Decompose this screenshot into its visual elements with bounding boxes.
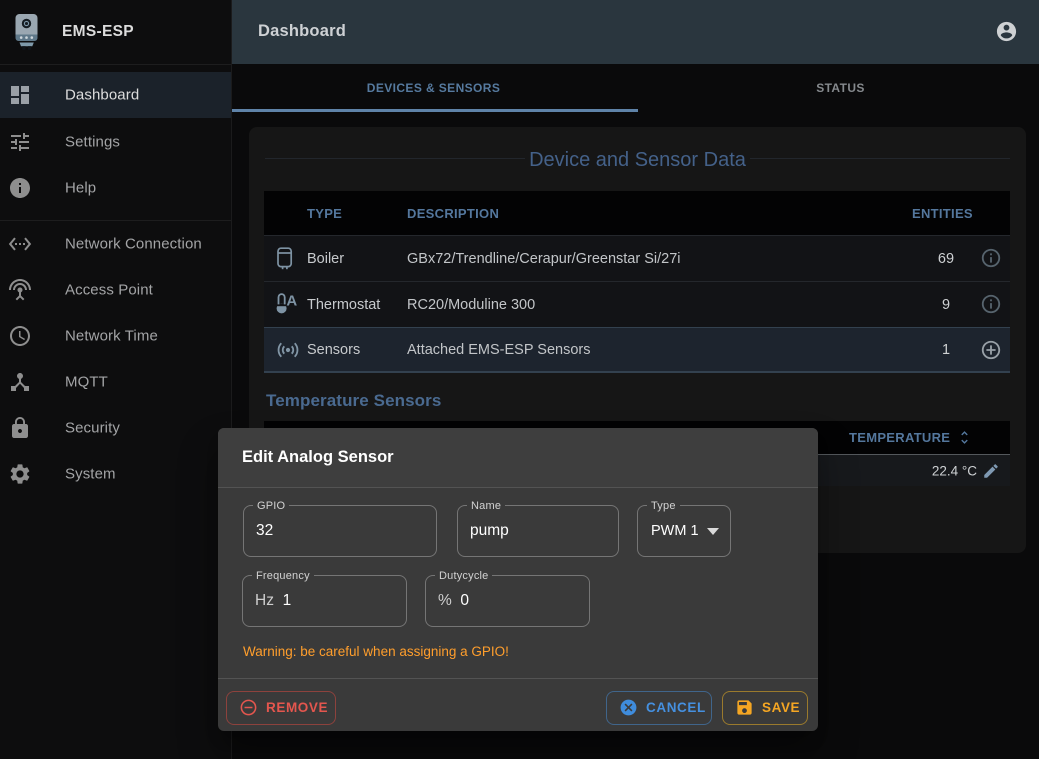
svg-text:A: A [286,292,297,309]
